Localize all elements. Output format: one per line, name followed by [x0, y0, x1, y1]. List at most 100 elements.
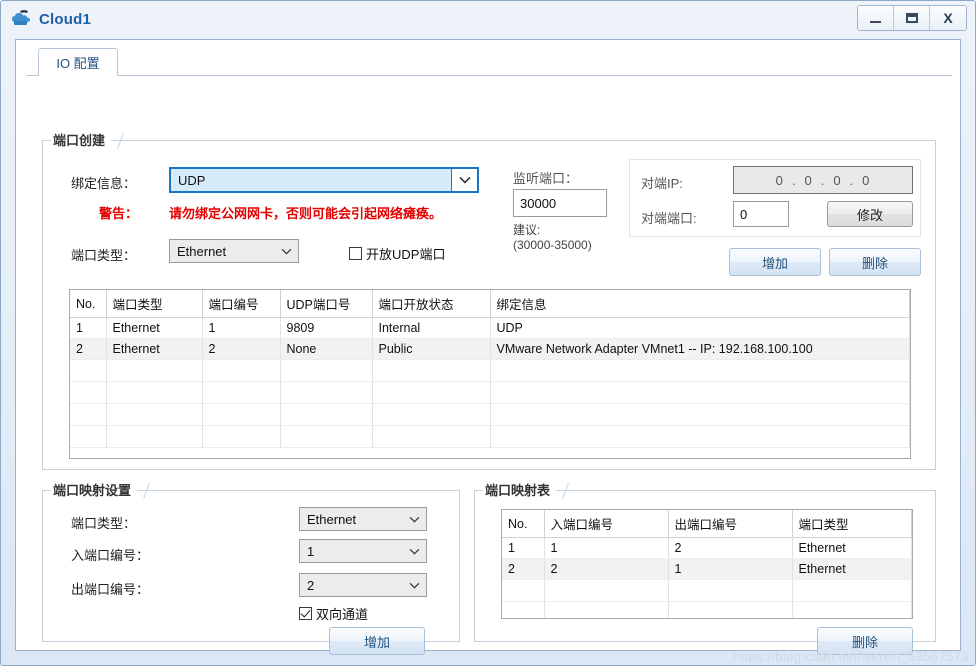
cloud-icon: [11, 9, 33, 29]
mapping-table-group: 端口映射表 No. 入端口编号 出端口编号 端口类型 1 1 2 Etherne…: [474, 480, 936, 655]
close-button[interactable]: X: [930, 6, 966, 30]
peer-port-value: 0: [740, 206, 748, 222]
modify-button-label: 修改: [856, 207, 883, 223]
port-col-udp: UDP端口号: [280, 290, 373, 318]
cell-udp: 9809: [280, 317, 373, 339]
chevron-down-icon: [402, 574, 426, 596]
maximize-button[interactable]: [894, 6, 930, 30]
cell-out: 2: [668, 537, 793, 559]
title-bar: Cloud1 X: [1, 1, 975, 37]
table-row[interactable]: 2 2 1 Ethernet: [502, 558, 912, 580]
listen-port-input[interactable]: 30000: [513, 189, 607, 217]
cell-in: 1: [544, 537, 669, 559]
bidirectional-checkbox[interactable]: 双向通道: [299, 604, 368, 623]
checkbox-box: [349, 247, 362, 260]
map-port-type-combo[interactable]: Ethernet: [299, 507, 427, 531]
port-type-label: 端口类型：: [71, 248, 137, 263]
table-row-empty: [70, 425, 910, 448]
delete-port-button-label: 删除: [861, 255, 888, 271]
minimize-button[interactable]: [858, 6, 894, 30]
warning-label: 警告：: [99, 206, 139, 221]
cell-type: Ethernet: [792, 537, 912, 559]
checkbox-box: [299, 607, 312, 620]
chevron-down-icon: [274, 240, 298, 262]
bind-info-value: UDP: [178, 172, 206, 188]
table-row-empty: [70, 381, 910, 404]
tab-io-config[interactable]: IO 配置: [38, 48, 118, 76]
map-port-type-value: Ethernet: [307, 511, 357, 527]
suggest-range: (30000-35000): [513, 238, 592, 252]
peer-port-input[interactable]: 0: [733, 201, 789, 227]
chevron-down-icon: [402, 540, 426, 562]
add-port-button-label: 增加: [761, 255, 788, 271]
cell-number: 2: [202, 338, 281, 360]
table-row[interactable]: 1 Ethernet 1 9809 Internal UDP: [70, 317, 910, 339]
cell-no: 1: [502, 537, 545, 559]
tab-strip: IO 配置: [26, 48, 952, 76]
chevron-down-icon: [451, 169, 477, 191]
window-title: Cloud1: [39, 10, 92, 28]
port-type-value: Ethernet: [177, 243, 227, 259]
cell-out: 1: [668, 558, 793, 580]
peer-ip-octet-3: 0: [833, 172, 842, 188]
in-port-label: 入端口编号：: [71, 548, 150, 563]
port-table-header-row: No. 端口类型 端口编号 UDP端口号 端口开放状态 绑定信息: [70, 290, 910, 318]
peer-ip-octet-1: 0: [775, 172, 784, 188]
listen-port-value: 30000: [520, 195, 557, 211]
window-controls: X: [857, 5, 967, 31]
port-table[interactable]: No. 端口类型 端口编号 UDP端口号 端口开放状态 绑定信息 1 Ether…: [69, 289, 911, 459]
open-udp-port-checkbox[interactable]: 开放UDP端口: [349, 244, 445, 263]
map-col-type: 端口类型: [792, 510, 912, 538]
bidirectional-label: 双向通道: [316, 607, 369, 622]
peer-ip-input[interactable]: 0 . 0 . 0 . 0: [733, 166, 913, 194]
listen-port-label: 监听端口：: [513, 171, 579, 186]
out-port-label: 出端口编号：: [71, 582, 150, 597]
in-port-value: 1: [307, 543, 315, 559]
cell-state: Public: [372, 338, 491, 360]
cell-state: Internal: [372, 317, 491, 339]
add-port-button[interactable]: 增加: [729, 248, 821, 276]
port-create-legend: 端口创建: [51, 130, 112, 149]
add-mapping-button-label: 增加: [363, 634, 390, 650]
table-row-empty: [502, 601, 912, 618]
mapping-table-grid: No. 入端口编号 出端口编号 端口类型 1 1 2 Ethernet 2 2 …: [502, 510, 912, 618]
mapping-table[interactable]: No. 入端口编号 出端口编号 端口类型 1 1 2 Ethernet 2 2 …: [501, 509, 913, 619]
map-col-in: 入端口编号: [544, 510, 669, 538]
cell-type: Ethernet: [792, 558, 912, 580]
cell-in: 2: [544, 558, 669, 580]
port-col-type: 端口类型: [106, 290, 203, 318]
add-mapping-button[interactable]: 增加: [329, 627, 425, 655]
map-col-no: No.: [502, 510, 545, 538]
chevron-down-icon: [402, 508, 426, 530]
cell-no: 2: [502, 558, 545, 580]
port-type-combo[interactable]: Ethernet: [169, 239, 299, 263]
cell-bind: UDP: [490, 317, 910, 339]
cell-bind: VMware Network Adapter VMnet1 -- IP: 192…: [490, 338, 910, 360]
cell-no: 2: [70, 338, 107, 360]
cell-no: 1: [70, 317, 107, 339]
peer-ip-label: 对端IP:: [641, 176, 683, 191]
mapping-table-header-row: No. 入端口编号 出端口编号 端口类型: [502, 510, 912, 538]
ip-dot-3: .: [849, 172, 855, 188]
modify-button[interactable]: 修改: [827, 201, 913, 227]
map-port-type-label: 端口类型：: [71, 516, 137, 531]
cell-type: Ethernet: [106, 338, 203, 360]
table-row-empty: [70, 403, 910, 426]
out-port-combo[interactable]: 2: [299, 573, 427, 597]
delete-mapping-button[interactable]: 删除: [817, 627, 913, 655]
map-col-out: 出端口编号: [668, 510, 793, 538]
port-col-no: No.: [70, 290, 107, 318]
table-row-empty: [502, 579, 912, 602]
delete-port-button[interactable]: 删除: [829, 248, 921, 276]
port-col-number: 端口编号: [202, 290, 281, 318]
port-table-grid: No. 端口类型 端口编号 UDP端口号 端口开放状态 绑定信息 1 Ether…: [70, 290, 910, 448]
mapping-settings-group: 端口映射设置 端口类型： Ethernet 入端口编号： 1 出端口编号： 2: [42, 480, 460, 655]
in-port-combo[interactable]: 1: [299, 539, 427, 563]
open-udp-port-label: 开放UDP端口: [366, 247, 446, 262]
table-row[interactable]: 1 1 2 Ethernet: [502, 537, 912, 559]
mapping-settings-legend: 端口映射设置: [51, 480, 138, 499]
bind-info-combo[interactable]: UDP: [169, 167, 479, 193]
table-row[interactable]: 2 Ethernet 2 None Public VMware Network …: [70, 338, 910, 360]
peer-ip-octet-4: 0: [862, 172, 871, 188]
cell-udp: None: [280, 338, 373, 360]
